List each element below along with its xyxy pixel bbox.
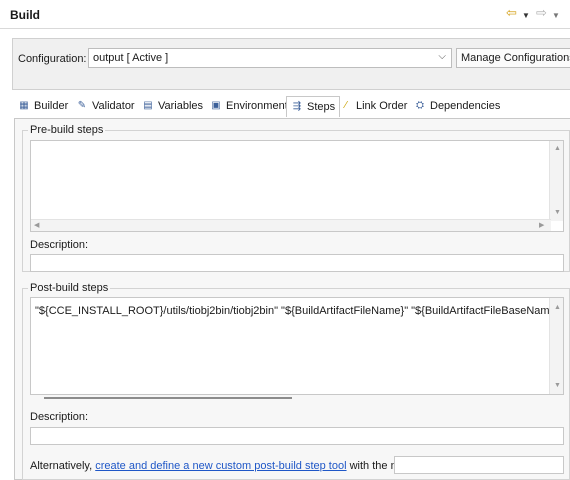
scroll-up-icon[interactable]: ▲: [554, 304, 561, 312]
scroll-up-icon[interactable]: ▲: [554, 145, 561, 153]
pre-build-description-label: Description:: [30, 239, 89, 251]
horizontal-scrollbar[interactable]: ◀ ▶: [31, 219, 551, 231]
custom-tool-line: Alternatively, create and define a new c…: [30, 460, 421, 472]
builder-icon: ▦: [19, 100, 29, 111]
tab-label: Builder: [34, 100, 69, 112]
scroll-down-icon[interactable]: ▼: [554, 382, 561, 390]
scroll-down-icon[interactable]: ▼: [554, 209, 561, 217]
post-build-description-label: Description:: [30, 411, 89, 423]
tab-label: Dependencies: [430, 100, 501, 112]
variables-icon: ▤: [143, 100, 153, 111]
divider: [0, 28, 570, 29]
tab-validator[interactable]: ✎ Validator: [72, 96, 139, 116]
dependencies-icon: ⛭: [416, 100, 424, 111]
validator-icon: ✎: [77, 100, 87, 111]
tab-label: Variables: [158, 100, 204, 112]
post-build-description-input[interactable]: [30, 427, 564, 445]
vertical-scrollbar[interactable]: ▲ ▼: [549, 141, 563, 221]
manage-configurations-button[interactable]: Manage Configurations...: [456, 48, 570, 68]
vertical-scrollbar[interactable]: ▲ ▼: [549, 298, 563, 394]
scroll-right-icon[interactable]: ▶: [539, 222, 544, 230]
configuration-label: Configuration:: [18, 53, 87, 65]
pre-build-description-input[interactable]: [30, 254, 564, 272]
post-build-command: "${CCE_INSTALL_ROOT}/utils/tiobj2bin/tio…: [35, 305, 564, 317]
tab-builder[interactable]: ▦ Builder: [14, 96, 72, 116]
back-dropdown-icon[interactable]: ▼: [522, 9, 530, 23]
tab-label: Validator: [92, 100, 135, 112]
tab-label: Environment: [226, 100, 288, 112]
post-build-title: Post-build steps: [28, 282, 111, 294]
arrow-forward-icon[interactable]: ⇨: [536, 6, 547, 20]
post-build-command-area[interactable]: "${CCE_INSTALL_ROOT}/utils/tiobj2bin/tio…: [30, 297, 564, 395]
configuration-value: output [ Active ]: [93, 52, 169, 64]
tab-environment[interactable]: ▣ Environment: [206, 96, 292, 116]
arrow-back-icon[interactable]: ⇦: [506, 6, 517, 20]
environment-icon: ▣: [211, 100, 221, 111]
horizontal-scroll-thumb[interactable]: [44, 397, 292, 399]
tool-name-input[interactable]: [394, 456, 564, 474]
tab-label: Steps: [307, 101, 336, 113]
pre-build-command-area[interactable]: ▲ ▼ ◀ ▶: [30, 140, 564, 232]
tab-dependencies[interactable]: ⛭ Dependencies: [410, 96, 504, 116]
steps-icon: ⇶: [292, 101, 302, 112]
pre-build-title: Pre-build steps: [28, 124, 106, 136]
link-order-icon: ⁄: [345, 100, 347, 111]
configuration-select[interactable]: output [ Active ] ⌵: [88, 48, 452, 68]
tab-link-order[interactable]: ⁄ Link Order: [336, 96, 411, 116]
title-bar: Build ⇦ ▼ ⇨ ▼: [0, 0, 570, 28]
tab-label: Link Order: [356, 100, 408, 112]
chevron-down-icon: ⌵: [438, 51, 446, 62]
page-title: Build: [10, 8, 40, 22]
forward-dropdown-icon[interactable]: ▼: [552, 9, 560, 23]
alt-prefix: Alternatively,: [30, 460, 93, 472]
tab-steps[interactable]: ⇶ Steps: [286, 96, 341, 117]
create-custom-tool-link[interactable]: create and define a new custom post-buil…: [95, 460, 346, 472]
tab-variables[interactable]: ▤ Variables: [138, 96, 207, 116]
scroll-left-icon[interactable]: ◀: [34, 222, 39, 230]
